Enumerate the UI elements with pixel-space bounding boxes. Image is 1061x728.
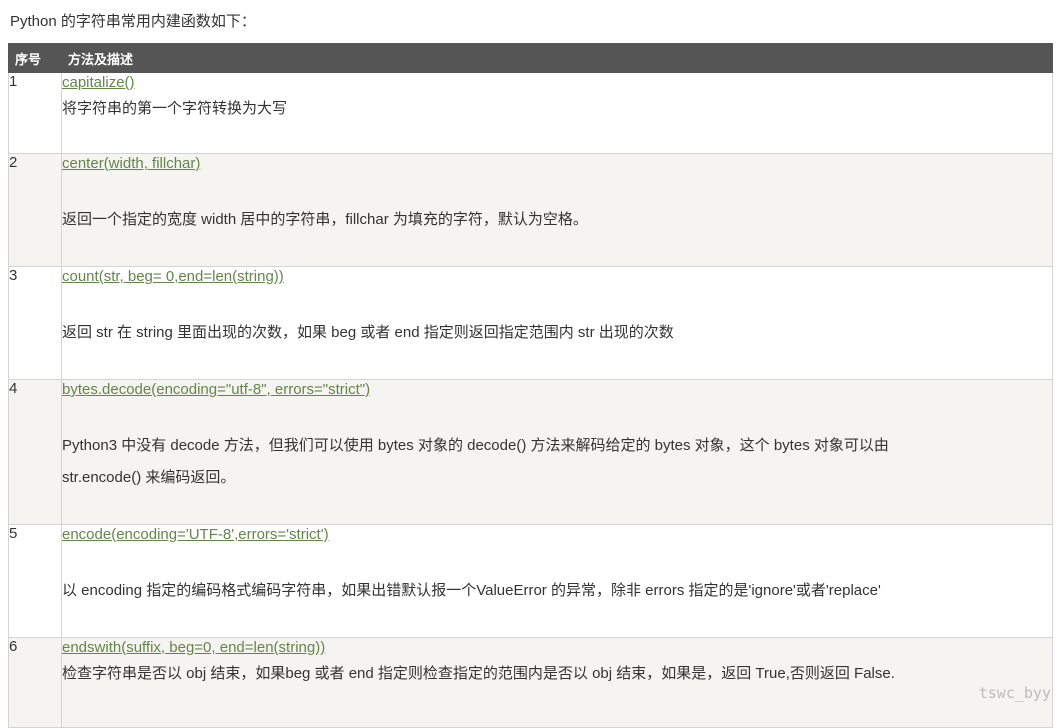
method-link-bytes-decode[interactable]: bytes.decode(encoding="utf-8", errors="s… (62, 380, 370, 400)
method-description: 返回一个指定的宽度 width 居中的字符串，fillchar 为填充的字符，默… (62, 211, 588, 228)
row-num: 5 (8, 524, 62, 638)
method-description: 返回 str 在 string 里面出现的次数，如果 beg 或者 end 指定… (62, 324, 674, 341)
row-num: 3 (8, 266, 62, 380)
watermark-text: tswc_byy (978, 684, 1051, 702)
table-row: 2 center(width, fillchar) 返回一个指定的宽度 widt… (8, 153, 1053, 267)
table-row: 1 capitalize() 将字符串的第一个字符转换为大写 (8, 72, 1053, 154)
method-link-capitalize[interactable]: capitalize() (62, 73, 135, 93)
method-description: 检查字符串是否以 obj 结束，如果beg 或者 end 指定则检查指定的范围内… (62, 665, 895, 682)
method-description: 以 encoding 指定的编码格式编码字符串，如果出错默认报一个ValueEr… (62, 582, 881, 599)
table-header-row: 序号 方法及描述 (8, 43, 1053, 73)
table-row: 5 encode(encoding='UTF-8',errors='strict… (8, 524, 1053, 638)
method-link-encode[interactable]: encode(encoding='UTF-8',errors='strict') (62, 525, 329, 545)
table-row: 3 count(str, beg= 0,end=len(string)) 返回 … (8, 266, 1053, 380)
method-description: Python3 中没有 decode 方法，但我们可以使用 bytes 对象的 … (62, 437, 889, 454)
method-link-count[interactable]: count(str, beg= 0,end=len(string)) (62, 267, 284, 287)
row-desc-cell: count(str, beg= 0,end=len(string)) 返回 st… (61, 266, 1053, 380)
row-desc-cell: capitalize() 将字符串的第一个字符转换为大写 (61, 72, 1053, 154)
method-link-endswith[interactable]: endswith(suffix, beg=0, end=len(string)) (62, 638, 325, 658)
row-num: 2 (8, 153, 62, 267)
row-desc-cell: center(width, fillchar) 返回一个指定的宽度 width … (61, 153, 1053, 267)
row-desc-cell: encode(encoding='UTF-8',errors='strict')… (61, 524, 1053, 638)
row-desc-cell: endswith(suffix, beg=0, end=len(string))… (61, 637, 1053, 728)
row-desc-cell: bytes.decode(encoding="utf-8", errors="s… (61, 379, 1053, 525)
row-num: 4 (8, 379, 62, 525)
header-desc: 方法及描述 (61, 43, 1053, 73)
header-num: 序号 (8, 43, 62, 73)
method-description-continued: str.encode() 来编码返回。 (62, 469, 236, 486)
table-row: 4 bytes.decode(encoding="utf-8", errors=… (8, 379, 1053, 525)
method-description: 将字符串的第一个字符转换为大写 (62, 100, 288, 117)
methods-table: 序号 方法及描述 1 capitalize() 将字符串的第一个字符转换为大写 … (8, 43, 1053, 728)
row-num: 1 (8, 72, 62, 154)
row-num: 6 (8, 637, 62, 728)
table-row: 6 endswith(suffix, beg=0, end=len(string… (8, 637, 1053, 728)
intro-text: Python 的字符串常用内建函数如下： (10, 13, 256, 30)
method-link-center[interactable]: center(width, fillchar) (62, 154, 200, 174)
